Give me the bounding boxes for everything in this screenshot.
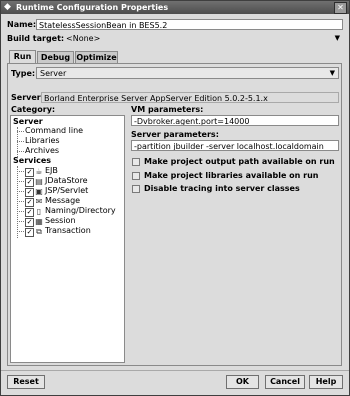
reset-button[interactable]: Reset <box>7 375 45 389</box>
server-label: Server: <box>11 93 44 102</box>
tree-item-session[interactable]: Session <box>45 216 76 226</box>
naming-directory-checkbox[interactable]: ✓ <box>25 208 34 217</box>
ok-button[interactable]: OK <box>226 375 259 389</box>
tree-item-archives[interactable]: Archives <box>25 146 59 156</box>
tree-line <box>17 171 24 172</box>
build-target-value: <None> <box>66 34 101 43</box>
jsp-servlet-icon: ▣ <box>35 187 43 196</box>
tree-item-transaction[interactable]: Transaction <box>45 226 91 236</box>
jdatastore-checkbox[interactable]: ✓ <box>25 178 34 187</box>
tree-item-jdatastore[interactable]: JDataStore <box>45 176 88 186</box>
ejb-checkbox[interactable]: ✓ <box>25 168 34 177</box>
close-icon[interactable]: ✕ <box>334 2 347 14</box>
server-field: Borland Enterprise Server AppServer Edit… <box>41 92 339 103</box>
tab-debug[interactable]: Debug <box>37 51 74 63</box>
transaction-checkbox[interactable]: ✓ <box>25 228 34 237</box>
tree-line <box>17 141 24 142</box>
project-libraries-checkbox[interactable] <box>132 172 140 180</box>
help-button[interactable]: Help <box>309 375 343 389</box>
output-path-label[interactable]: Make project output path available on ru… <box>144 156 335 167</box>
type-value: Server <box>40 69 67 78</box>
session-icon: ▦ <box>35 217 43 226</box>
chevron-down-icon: ▼ <box>334 34 340 42</box>
type-label: Type: <box>11 69 36 78</box>
category-label: Category: <box>11 105 56 114</box>
chevron-down-icon: ▼ <box>329 69 335 77</box>
separator <box>1 370 349 371</box>
message-icon: ✉ <box>35 197 43 206</box>
cancel-button[interactable]: Cancel <box>265 375 305 389</box>
tree-item-command-line[interactable]: Command line <box>25 126 83 136</box>
vm-parameters-label: VM parameters: <box>131 105 204 114</box>
tree-line <box>17 181 24 182</box>
name-field[interactable]: StatelessSessionBean in BES5.2 <box>36 19 343 30</box>
jsp-servlet-checkbox[interactable]: ✓ <box>25 188 34 197</box>
window-menu-icon[interactable]: ◆ <box>4 3 13 12</box>
tree-line <box>17 211 24 212</box>
tree-line <box>17 191 24 192</box>
jdatastore-icon: ▤ <box>35 177 43 186</box>
tree-line <box>17 131 24 132</box>
transaction-icon: ⧉ <box>36 227 42 236</box>
tree-item-services[interactable]: Services <box>13 156 51 166</box>
tree-item-message[interactable]: Message <box>45 196 80 206</box>
disable-tracing-label[interactable]: Disable tracing into server classes <box>144 183 300 194</box>
naming-directory-icon: ▯ <box>36 207 42 216</box>
vm-parameters-input[interactable]: -Dvbroker.agent.port=14000 <box>131 115 339 126</box>
ejb-icon: ☕ <box>35 167 43 176</box>
output-path-checkbox[interactable] <box>132 158 140 166</box>
tab-run[interactable]: Run <box>9 50 36 63</box>
message-checkbox[interactable]: ✓ <box>25 198 34 207</box>
session-checkbox[interactable]: ✓ <box>25 218 34 227</box>
tree-line <box>17 166 18 238</box>
tree-line <box>17 151 24 152</box>
tree-line <box>17 221 24 222</box>
build-target-select[interactable]: <None> ▼ <box>63 33 343 45</box>
build-target-label: Build target: <box>7 34 65 43</box>
disable-tracing-checkbox[interactable] <box>132 185 140 193</box>
type-select[interactable]: Server ▼ <box>36 67 339 79</box>
tree-item-libraries[interactable]: Libraries <box>25 136 60 146</box>
dialog-window: ◆ Runtime Configuration Properties ✕ Nam… <box>0 0 350 396</box>
tree-line <box>17 201 24 202</box>
tree-line <box>17 231 24 232</box>
tree-item-jsp-servlet[interactable]: JSP/Servlet <box>45 186 88 196</box>
tab-optimize[interactable]: Optimize <box>75 51 118 63</box>
name-label: Name: <box>7 20 37 29</box>
tree-item-naming-directory[interactable]: Naming/Directory <box>45 206 116 216</box>
server-parameters-input[interactable]: -partition jbuilder -server localhost.lo… <box>131 140 339 151</box>
window-title: Runtime Configuration Properties <box>16 3 169 12</box>
category-tree[interactable]: Server Command line Libraries Archives S… <box>10 115 125 363</box>
title-bar[interactable]: ◆ Runtime Configuration Properties ✕ <box>1 1 349 14</box>
project-libraries-label[interactable]: Make project libraries available on run <box>144 170 318 181</box>
server-parameters-label: Server parameters: <box>131 130 219 139</box>
tree-item-ejb[interactable]: EJB <box>45 166 58 176</box>
